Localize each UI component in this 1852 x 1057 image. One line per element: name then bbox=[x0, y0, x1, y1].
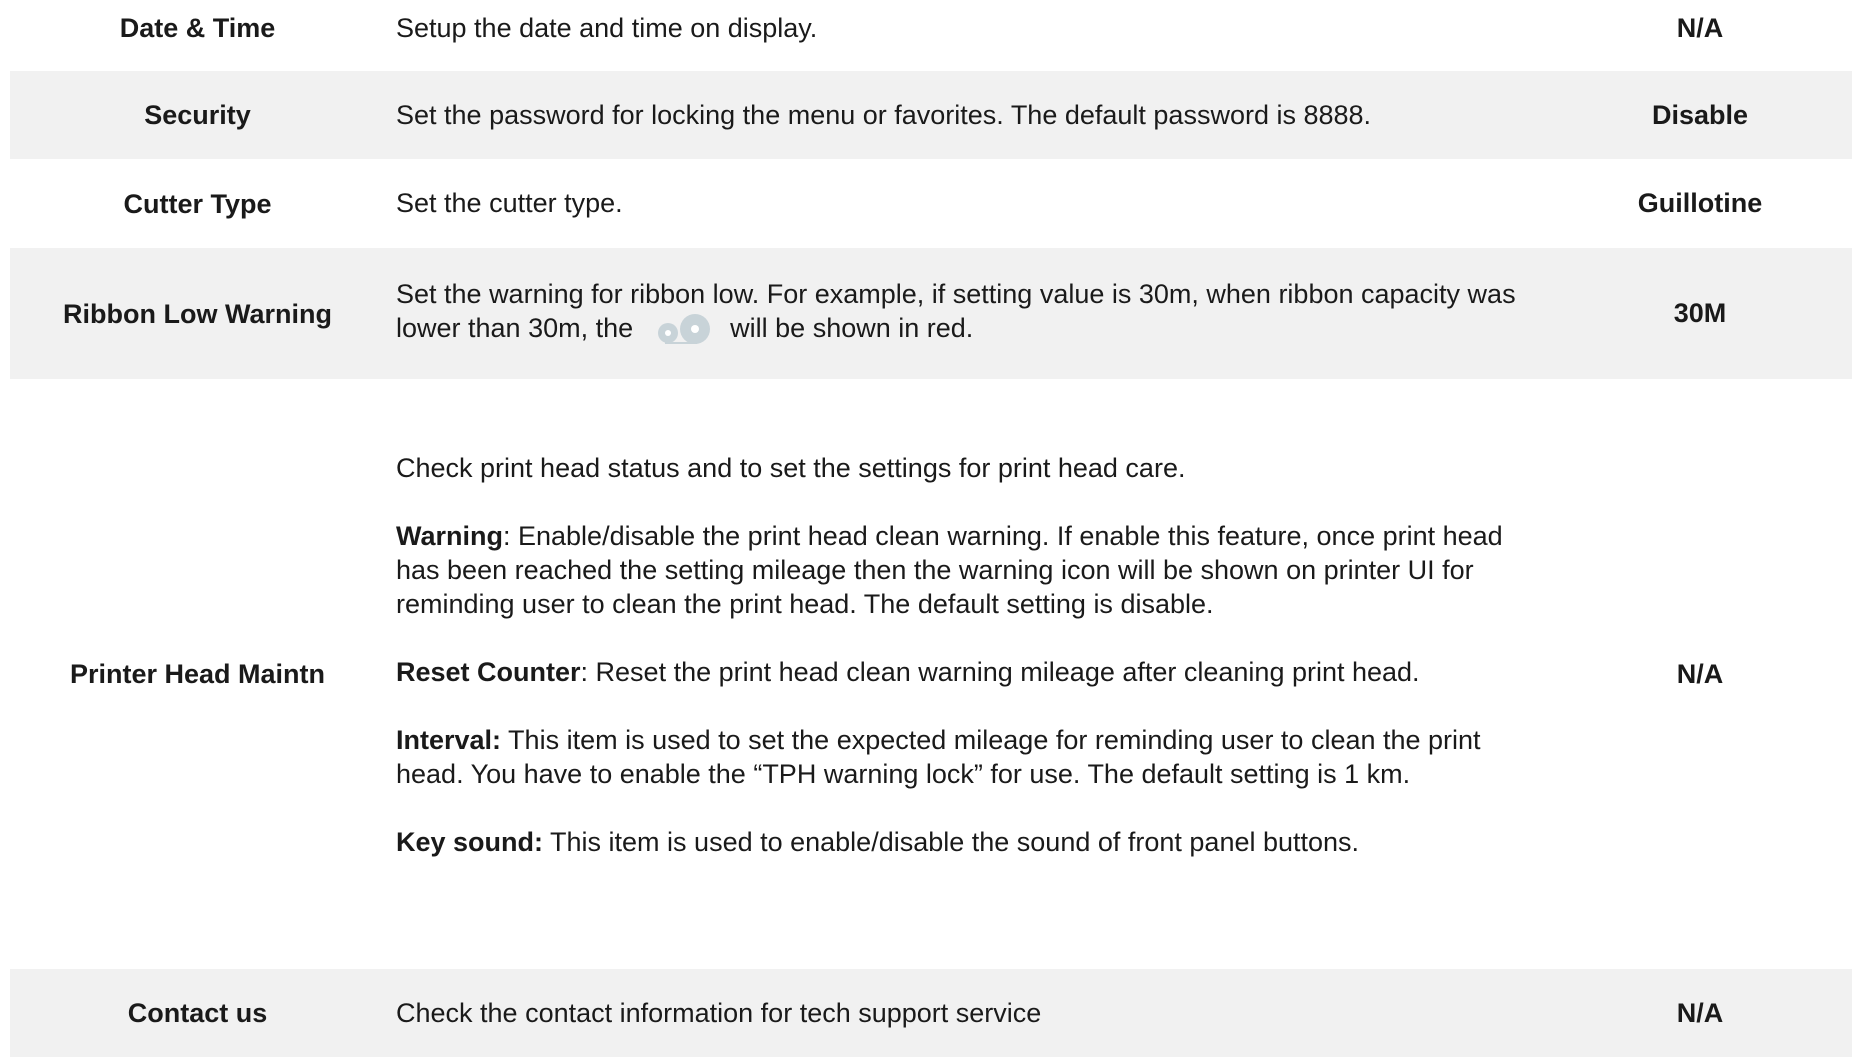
table-row: Security Set the password for locking th… bbox=[10, 71, 1852, 159]
description-item-text: This item is used to set the expected mi… bbox=[396, 725, 1481, 789]
description-item-text: This item is used to enable/disable the … bbox=[543, 827, 1360, 857]
setting-default-value: 30M bbox=[1673, 298, 1727, 328]
setting-default-value: N/A bbox=[1676, 13, 1724, 43]
table-row: Printer Head Maintn Check print head sta… bbox=[10, 379, 1852, 969]
setting-default-value: Guillotine bbox=[1637, 188, 1763, 218]
description-term: Key sound: bbox=[396, 827, 544, 857]
table-row: Contact us Check the contact information… bbox=[10, 969, 1852, 1057]
setting-default-value: Disable bbox=[1651, 100, 1749, 130]
setting-name: Contact us bbox=[127, 998, 268, 1028]
description-item-text: : Reset the print head clean warning mil… bbox=[580, 657, 1420, 687]
description-item: Key sound: This item is used to enable/d… bbox=[396, 825, 1546, 859]
setting-description: Setup the date and time on display. bbox=[396, 13, 818, 43]
description-term: Interval: bbox=[396, 725, 502, 755]
setting-default-value: N/A bbox=[1676, 659, 1724, 689]
description-term: Warning bbox=[396, 521, 503, 551]
setting-name: Ribbon Low Warning bbox=[63, 298, 332, 329]
description-text: will be shown in red. bbox=[730, 313, 974, 343]
table-row: Date & Time Setup the date and time on d… bbox=[10, 0, 1852, 56]
description-term: Reset Counter bbox=[396, 657, 581, 687]
description-item: Reset Counter: Reset the print head clea… bbox=[396, 655, 1546, 689]
table-row: Cutter Type Set the cutter type. Guillot… bbox=[10, 159, 1852, 248]
setting-name: Printer Head Maintn bbox=[69, 659, 326, 689]
setting-default-value: N/A bbox=[1676, 998, 1724, 1028]
table-row: Ribbon Low Warning Set the warning for r… bbox=[10, 248, 1852, 379]
setting-description: Set the password for locking the menu or… bbox=[396, 100, 1372, 130]
ribbon-icon bbox=[651, 312, 713, 348]
setting-name: Date & Time bbox=[119, 13, 276, 43]
description-item: Interval: This item is used to set the e… bbox=[396, 723, 1546, 791]
setting-description: Check the contact information for tech s… bbox=[396, 998, 1042, 1028]
setting-description: Set the warning for ribbon low. For exam… bbox=[396, 277, 1516, 348]
setting-name: Security bbox=[144, 100, 251, 130]
description-item: Warning: Enable/disable the print head c… bbox=[396, 519, 1546, 621]
setting-description: Set the cutter type. bbox=[396, 188, 623, 218]
setting-description: Check print head status and to set the s… bbox=[396, 451, 1546, 859]
description-item-text: : Enable/disable the print head clean wa… bbox=[396, 521, 1503, 619]
description-intro: Check print head status and to set the s… bbox=[396, 453, 1186, 483]
setting-name: Cutter Type bbox=[123, 188, 272, 219]
